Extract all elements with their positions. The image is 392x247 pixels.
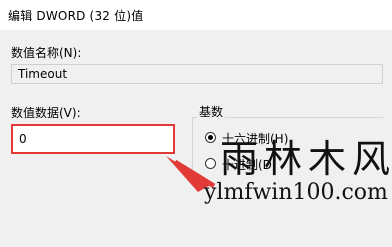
- decimal-radio[interactable]: [205, 158, 216, 169]
- watermark-logo: 雨林木风: [220, 137, 392, 181]
- value-data-label: 数值数据(V):: [11, 106, 81, 120]
- value-name-field[interactable]: Timeout: [11, 64, 383, 84]
- value-name-label: 数值名称(N):: [11, 46, 82, 60]
- base-group-label: 基数: [197, 103, 226, 120]
- title-bar: 编辑 DWORD (32 位)值: [0, 0, 392, 30]
- value-data-input[interactable]: [11, 124, 175, 154]
- window-title: 编辑 DWORD (32 位)值: [8, 9, 144, 23]
- watermark-url: ylmfwin100.com: [204, 180, 388, 205]
- hex-radio[interactable]: [205, 132, 216, 143]
- hex-radio-dot: [208, 135, 213, 140]
